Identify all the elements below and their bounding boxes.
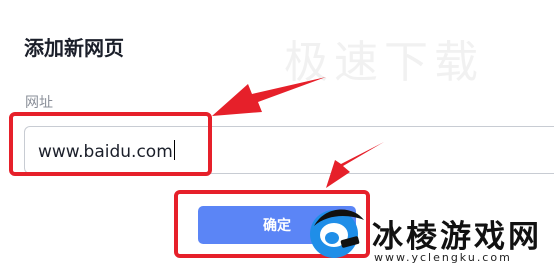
arrow-to-input [212,77,326,116]
brand-logo-icon [310,209,364,258]
brand-url: www.yclengku.com [374,251,512,264]
arrow-to-button [326,142,384,188]
brand-name: 冰棱游戏网 [372,219,542,255]
